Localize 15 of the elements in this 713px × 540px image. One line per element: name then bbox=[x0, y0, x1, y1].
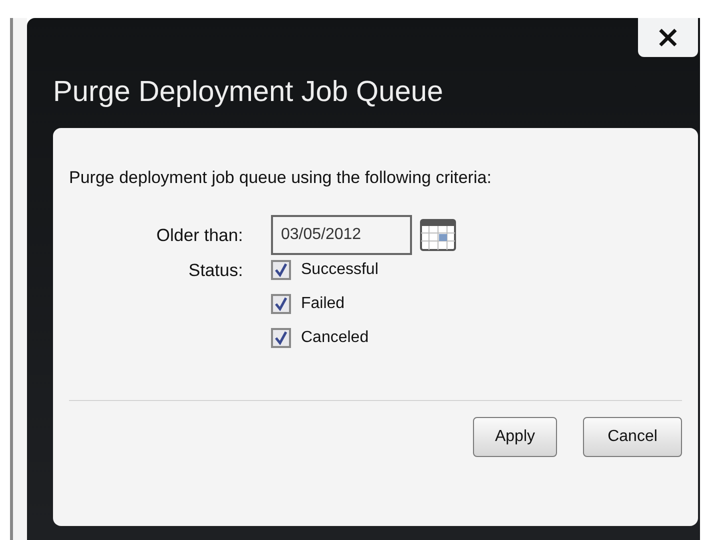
checkbox[interactable] bbox=[271, 328, 291, 348]
apply-button[interactable]: Apply bbox=[473, 417, 557, 457]
checkbox[interactable] bbox=[271, 294, 291, 314]
field-label: Status: bbox=[188, 260, 243, 281]
checkbox-label: Canceled bbox=[301, 329, 369, 347]
dialog-title: Purge Deployment Job Queue bbox=[53, 75, 444, 110]
calendar-icon[interactable] bbox=[420, 219, 456, 251]
checkbox-label: Failed bbox=[301, 295, 345, 313]
checkbox[interactable] bbox=[271, 260, 291, 280]
field-label: Older than: bbox=[156, 224, 243, 246]
date-field[interactable]: 03/05/2012 bbox=[271, 215, 412, 255]
intro-text: Purge deployment job queue using the following criteria: bbox=[69, 168, 492, 188]
checkbox-label: Successful bbox=[301, 261, 378, 279]
close-button[interactable]: × bbox=[638, 18, 698, 57]
cancel-button[interactable]: Cancel bbox=[583, 417, 682, 457]
